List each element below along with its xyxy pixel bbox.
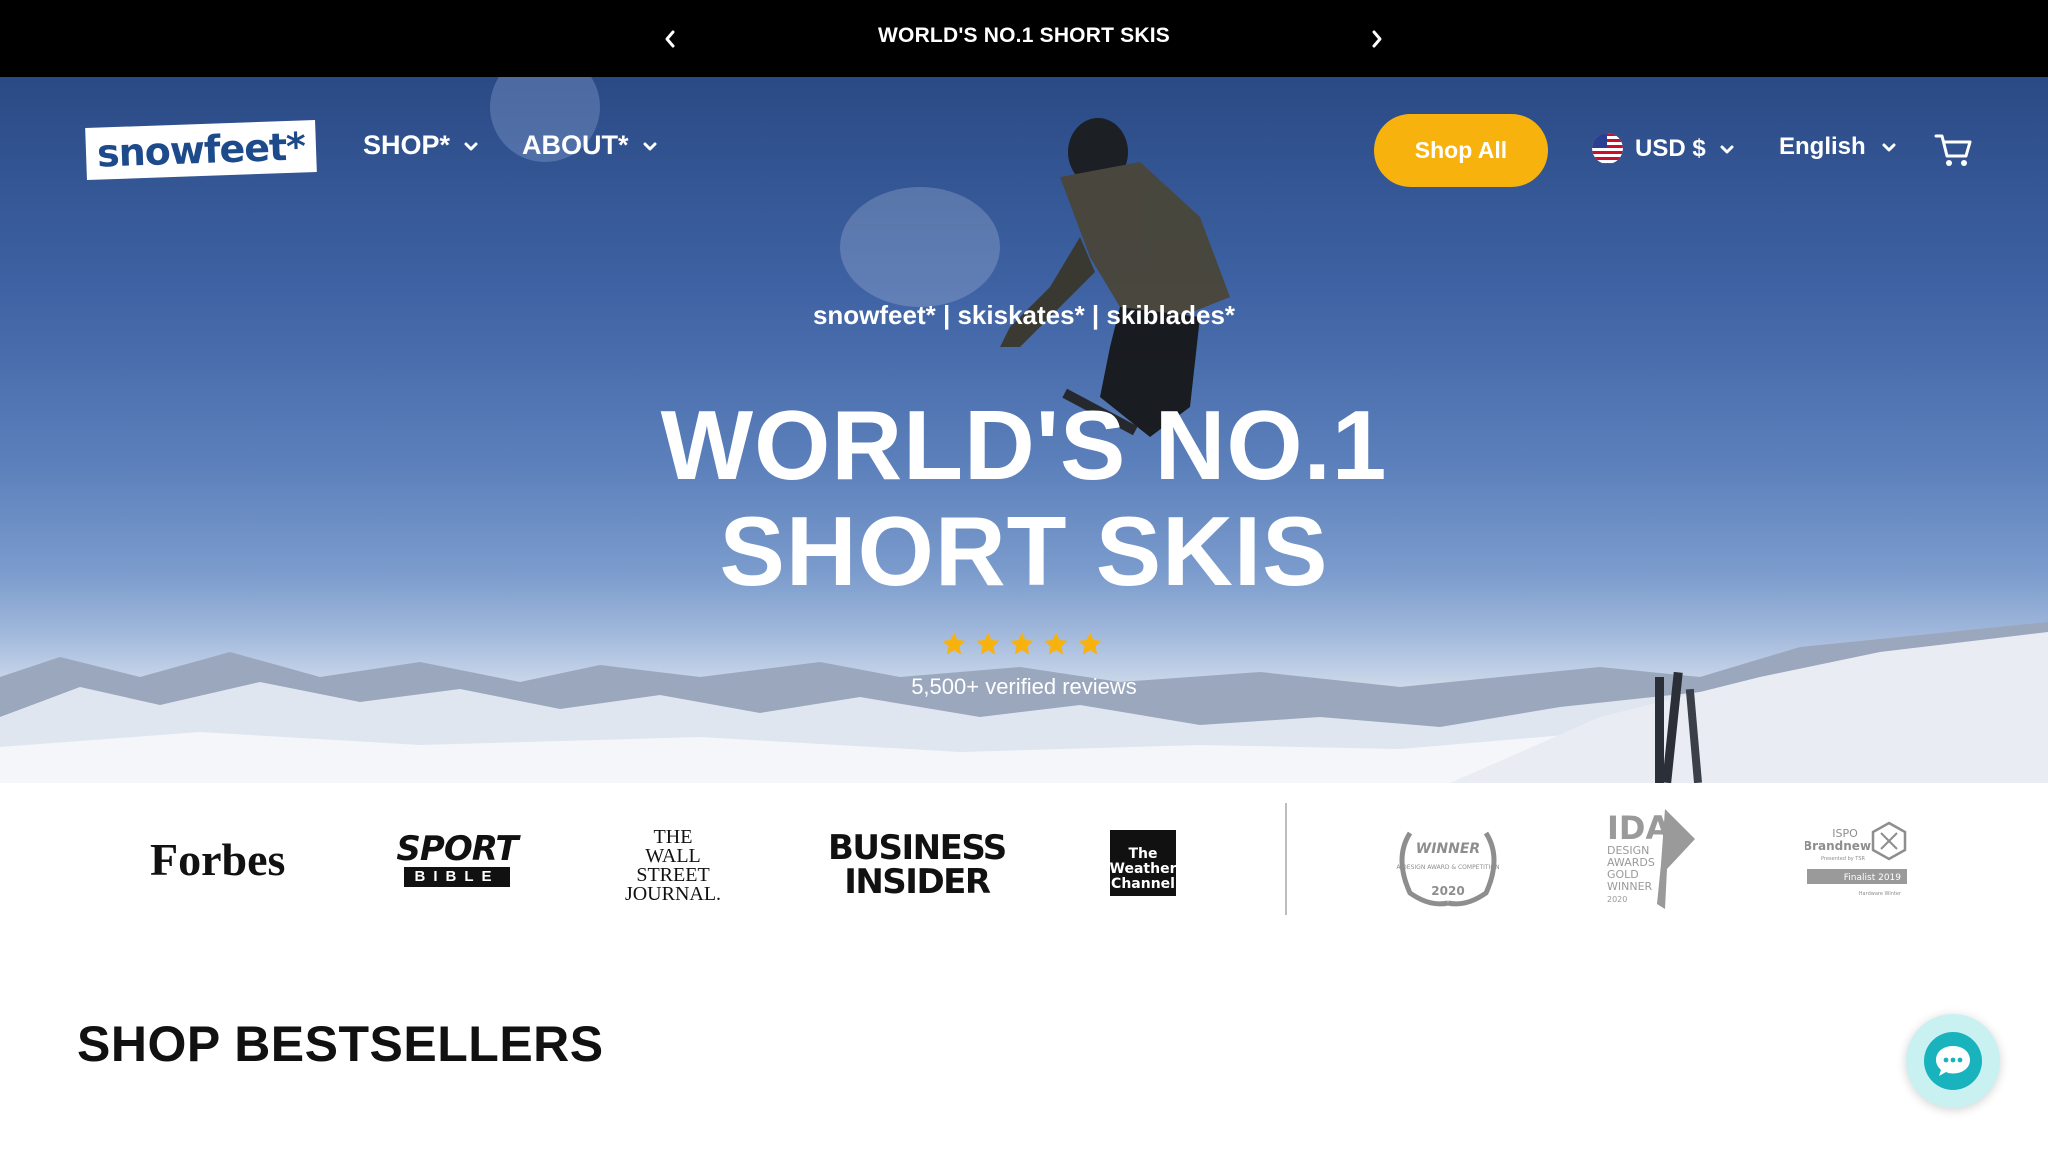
rating-stars bbox=[940, 630, 1104, 658]
chat-button[interactable] bbox=[1906, 1014, 2000, 1108]
award2-line-5: WINNER bbox=[1607, 880, 1653, 893]
business-insider-logo: BUSINESS INSIDER bbox=[828, 828, 1007, 902]
us-flag-icon bbox=[1592, 133, 1623, 164]
award3-line-3: Presented by TSR bbox=[1821, 856, 1866, 862]
award2-line-1: IDA bbox=[1607, 809, 1670, 847]
hero-subtitle: snowfeet* | skiskates* | skiblades* bbox=[812, 300, 1236, 330]
twc-logo-line-1: The bbox=[1128, 845, 1158, 862]
forbes-logo: Forbes bbox=[150, 834, 286, 885]
language-label: English bbox=[1779, 133, 1866, 160]
award2-line-6: 2020 bbox=[1607, 895, 1627, 904]
announcement-bar: WORLD'S NO.1 SHORT SKIS bbox=[0, 0, 2048, 77]
bi-logo-line-1: BUSINESS bbox=[828, 828, 1007, 868]
shop-all-button[interactable]: Shop All bbox=[1374, 114, 1548, 187]
currency-selector[interactable]: USD $ bbox=[1592, 133, 1736, 164]
weather-channel-logo: The Weather Channel bbox=[1110, 830, 1176, 896]
currency-label: USD $ bbox=[1635, 134, 1706, 162]
nav-about-label: ABOUT* bbox=[522, 130, 629, 160]
twc-logo-line-2: Weather bbox=[1109, 860, 1177, 877]
chevron-right-icon bbox=[1372, 30, 1382, 48]
chevron-down-icon bbox=[643, 142, 656, 150]
wsj-logo-line-3: JOURNAL. bbox=[624, 883, 722, 905]
chevron-down-icon bbox=[1720, 145, 1734, 153]
award3-line-2: Brandnew bbox=[1805, 839, 1871, 853]
award1-sub: A'DESIGN AWARD & COMPETITION bbox=[1396, 864, 1499, 871]
award3-line-5: Hardware Winter bbox=[1859, 891, 1902, 897]
award3-line-4: Finalist 2019 bbox=[1844, 873, 1901, 883]
wsj-logo-line-2: WALL STREET bbox=[636, 845, 710, 886]
sportbible-logo-line-1: SPORT bbox=[396, 829, 518, 869]
chevron-down-icon bbox=[1882, 143, 1896, 152]
site-logo[interactable]: snowfeet* bbox=[85, 120, 317, 180]
nav-about[interactable]: ABOUT* bbox=[522, 130, 659, 161]
hero-title-line-1: WORLD'S NO.1 bbox=[660, 390, 1388, 500]
chevron-down-icon bbox=[464, 142, 478, 150]
press-divider bbox=[1285, 803, 1287, 915]
hero-title: WORLD'S NO.1 SHORT SKIS bbox=[0, 392, 2048, 604]
section-title: SHOP BESTSELLERS bbox=[77, 1016, 604, 1072]
announcement-text: WORLD'S NO.1 SHORT SKIS bbox=[878, 24, 1170, 47]
cart-icon[interactable] bbox=[1934, 132, 1972, 168]
announcement-next-button[interactable] bbox=[1360, 22, 1394, 56]
wsj-logo: THE WALL STREET JOURNAL. bbox=[618, 827, 728, 905]
twc-logo-line-3: Channel bbox=[1111, 875, 1175, 892]
nav-shop[interactable]: SHOP* bbox=[363, 130, 480, 161]
bi-logo-line-2: INSIDER bbox=[844, 862, 991, 902]
sportbible-logo: SPORT BIBLE bbox=[396, 831, 519, 887]
language-selector[interactable]: English bbox=[1779, 133, 1898, 161]
logo-text: snowfeet* bbox=[96, 124, 306, 176]
chat-bubble-icon bbox=[1924, 1032, 1982, 1090]
star-icon bbox=[1078, 632, 1102, 655]
star-icon bbox=[1010, 632, 1034, 655]
adesign-award-logo: WINNER A'DESIGN AWARD & COMPETITION 2020 bbox=[1396, 831, 1500, 907]
ida-award-logo: IDA DESIGN AWARDS GOLD WINNER 2020 bbox=[1607, 809, 1695, 909]
award1-title: WINNER bbox=[1416, 841, 1480, 857]
star-icon bbox=[976, 632, 1000, 655]
chat-dots-icon bbox=[1936, 1046, 1970, 1076]
reviews-count[interactable]: 5,500+ verified reviews bbox=[0, 674, 2048, 700]
nav-shop-label: SHOP* bbox=[363, 130, 451, 160]
press-logos-bar: Forbes SPORT BIBLE THE WALL STREET JOURN… bbox=[0, 783, 2048, 933]
star-icon bbox=[1044, 632, 1068, 655]
star-icon bbox=[942, 632, 966, 655]
sportbible-logo-line-2: BIBLE bbox=[404, 867, 510, 887]
hero-title-line-2: SHORT SKIS bbox=[719, 496, 1329, 606]
award1-year: 2020 bbox=[1431, 884, 1464, 898]
ispo-award-logo: ISPO Brandnew Presented by TSR Finalist … bbox=[1805, 821, 1907, 897]
